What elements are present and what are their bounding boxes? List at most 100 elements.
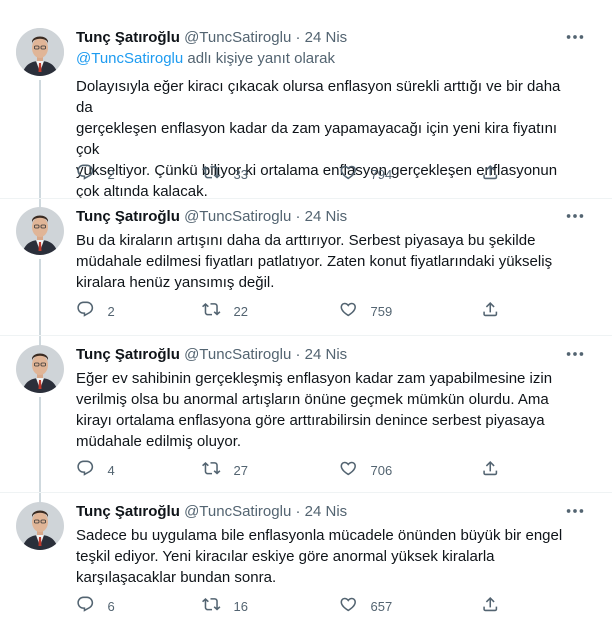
more-icon[interactable] [564, 26, 586, 48]
reply-icon [76, 459, 95, 481]
like-count: 706 [370, 462, 393, 478]
like-button[interactable]: 706 [339, 459, 392, 481]
heart-icon [339, 300, 358, 322]
heart-icon [339, 459, 358, 481]
reply-button[interactable]: 6 [76, 595, 115, 617]
heart-icon [339, 595, 358, 617]
tweet-text-line: Bu da kiraların artışını daha da arttırı… [76, 232, 536, 249]
reply-count: 6 [107, 598, 115, 614]
tweet-header: Tunç Şatıroğlu @TuncSatiroglu · 24 Nis [76, 502, 347, 522]
tweet-text-line: karşılaşacaklar bundan sonra. [76, 569, 277, 586]
tweet-divider [0, 198, 612, 199]
separator-dot: · [295, 208, 301, 225]
retweet-button[interactable]: 33 [202, 163, 248, 185]
author-handle[interactable]: @TuncSatiroglu [184, 208, 291, 225]
author-name[interactable]: Tunç Şatıroğlu [76, 208, 180, 225]
tweet-text-line: teşkil ediyor. Yeni kiracılar eskiye gör… [76, 548, 495, 565]
retweet-button[interactable]: 27 [202, 459, 248, 481]
more-icon[interactable] [564, 500, 586, 522]
like-count: 759 [370, 303, 393, 319]
tweet-header: Tunç Şatıroğlu @TuncSatiroglu · 24 Nis [76, 28, 347, 48]
tweet-divider [0, 492, 612, 493]
heart-icon [339, 163, 358, 185]
share-button[interactable] [481, 300, 500, 322]
tweet-date[interactable]: 24 Nis [305, 29, 348, 46]
retweet-count: 16 [233, 598, 248, 614]
tweet-text-line: Dolayısıyla eğer kiracı çıkacak olursa e… [76, 78, 561, 116]
like-count: 657 [370, 598, 393, 614]
author-name[interactable]: Tunç Şatıroğlu [76, 29, 180, 46]
thread-line [39, 259, 41, 347]
tweet-date[interactable]: 24 Nis [305, 346, 348, 363]
reply-context: @TuncSatiroglu adlı kişiye yanıt olarak [76, 49, 335, 69]
retweet-icon [202, 459, 221, 481]
tweet-text-line: gerçekleşen enflasyon kadar da zam yapam… [76, 120, 558, 158]
tweet-divider [0, 335, 612, 336]
author-handle[interactable]: @TuncSatiroglu [184, 29, 291, 46]
avatar[interactable] [16, 502, 64, 550]
retweet-button[interactable]: 16 [202, 595, 248, 617]
avatar[interactable] [16, 207, 64, 255]
thread-line [39, 80, 41, 210]
author-name[interactable]: Tunç Şatıroğlu [76, 346, 180, 363]
share-icon [481, 595, 500, 617]
like-button[interactable]: 759 [339, 300, 392, 322]
share-icon [481, 163, 500, 185]
separator-dot: · [295, 29, 301, 46]
reply-count: 4 [107, 462, 115, 478]
more-icon[interactable] [564, 205, 586, 227]
share-button[interactable] [481, 595, 500, 617]
tweet-text-line: Eğer ev sahibinin gerçekleşmiş enflasyon… [76, 370, 553, 387]
author-handle[interactable]: @TuncSatiroglu [184, 503, 291, 520]
retweet-count: 33 [233, 166, 248, 182]
more-icon[interactable] [564, 343, 586, 365]
reply-button[interactable]: 4 [76, 459, 115, 481]
reply-count: 2 [107, 166, 115, 182]
reply-button[interactable]: 2 [76, 163, 115, 185]
avatar[interactable] [16, 345, 64, 393]
like-count: 794 [370, 166, 393, 182]
author-name[interactable]: Tunç Şatıroğlu [76, 503, 180, 520]
tweet-text-line: müdahale edilmiş oluyor. [76, 433, 242, 450]
tweet-text-line: müdahale edilmesi fiyatları patlatıyor. … [76, 253, 553, 270]
tweet-date[interactable]: 24 Nis [305, 208, 348, 225]
reply-count: 2 [107, 303, 115, 319]
tweet-actions: 2 22 759 [76, 300, 516, 322]
retweet-icon [202, 163, 221, 185]
tweet-text: Eğer ev sahibinin gerçekleşmiş enflasyon… [76, 368, 576, 452]
tweet-text-line: Sadece bu uygulama bile enflasyonla müca… [76, 527, 563, 544]
thread-line [39, 397, 41, 505]
retweet-icon [202, 595, 221, 617]
like-button[interactable]: 657 [339, 595, 392, 617]
tweet-date[interactable]: 24 Nis [305, 503, 348, 520]
author-handle[interactable]: @TuncSatiroglu [184, 346, 291, 363]
tweet-text: Bu da kiraların artışını daha da arttırı… [76, 230, 576, 293]
retweet-count: 22 [233, 303, 248, 319]
separator-dot: · [295, 503, 301, 520]
reply-icon [76, 595, 95, 617]
reply-button[interactable]: 2 [76, 300, 115, 322]
share-icon [481, 300, 500, 322]
reply-context-label: adlı kişiye yanıt olarak [183, 50, 335, 67]
retweet-icon [202, 300, 221, 322]
tweet-actions: 6 16 657 [76, 595, 516, 617]
separator-dot: · [295, 346, 301, 363]
tweet-text-line: verilmiş olsa bu anormal artışların önün… [76, 391, 549, 408]
reply-icon [76, 163, 95, 185]
tweet-text: Sadece bu uygulama bile enflasyonla müca… [76, 525, 576, 588]
share-button[interactable] [481, 459, 500, 481]
retweet-button[interactable]: 22 [202, 300, 248, 322]
tweet-actions: 4 27 706 [76, 459, 516, 481]
tweet-text-line: kirayı ortalama enflasyona göre arttırab… [76, 412, 545, 429]
reply-mention-link[interactable]: @TuncSatiroglu [76, 50, 183, 67]
retweet-count: 27 [233, 462, 248, 478]
avatar[interactable] [16, 28, 64, 76]
tweet-header: Tunç Şatıroğlu @TuncSatiroglu · 24 Nis [76, 345, 347, 365]
tweet-header: Tunç Şatıroğlu @TuncSatiroglu · 24 Nis [76, 207, 347, 227]
like-button[interactable]: 794 [339, 163, 392, 185]
tweet-text-line: kiralara henüz yansımış değil. [76, 274, 275, 291]
share-button[interactable] [481, 163, 500, 185]
reply-icon [76, 300, 95, 322]
share-icon [481, 459, 500, 481]
tweet-actions: 2 33 794 [76, 163, 516, 185]
